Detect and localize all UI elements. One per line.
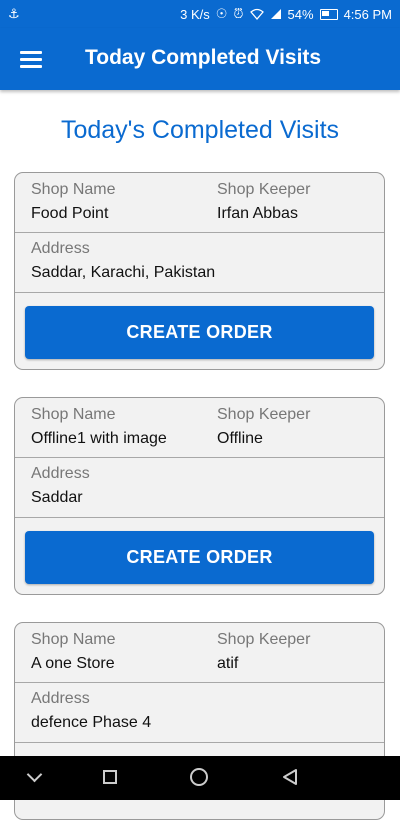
nav-back-icon[interactable] bbox=[260, 756, 320, 800]
location-icon: ☉ bbox=[215, 6, 228, 21]
app-bar: Today Completed Visits bbox=[0, 28, 400, 90]
wifi-icon bbox=[249, 8, 264, 20]
page-heading: Today's Completed Visits bbox=[60, 116, 340, 144]
shop-name-value: Offline1 with image bbox=[31, 430, 167, 447]
shop-name-value: A one Store bbox=[31, 655, 115, 672]
visit-card: Shop Name Shop Keeper Food Point Irfan A… bbox=[14, 172, 385, 370]
shop-name-value: Food Point bbox=[31, 205, 109, 222]
address-label: Address bbox=[31, 465, 90, 482]
address-label: Address bbox=[31, 240, 90, 257]
shop-keeper-label: Shop Keeper bbox=[217, 181, 311, 198]
navigation-bar bbox=[0, 756, 400, 800]
network-speed: 3 K/s bbox=[180, 6, 210, 22]
shop-name-label: Shop Name bbox=[31, 631, 116, 648]
address-value: defence Phase 4 bbox=[31, 714, 152, 731]
shop-info-row: Shop Name Shop Keeper Offline1 with imag… bbox=[15, 398, 384, 458]
app-title: Today Completed Visits bbox=[85, 46, 322, 69]
shop-keeper-value: atif bbox=[217, 655, 239, 672]
create-order-button[interactable]: CREATE ORDER bbox=[25, 531, 374, 584]
shop-keeper-label: Shop Keeper bbox=[217, 631, 311, 648]
address-row: Address Saddar, Karachi, Pakistan bbox=[15, 232, 384, 293]
signal-icon bbox=[270, 9, 281, 19]
battery-percent: 54% bbox=[287, 6, 314, 22]
alarm-icon: ⏰︎ bbox=[233, 6, 244, 21]
menu-icon[interactable] bbox=[14, 44, 48, 74]
address-value: Saddar bbox=[31, 489, 83, 506]
nav-home-icon[interactable] bbox=[170, 756, 230, 800]
shop-keeper-value: Irfan Abbas bbox=[217, 205, 298, 222]
status-bar: ⚓︎ 3 K/s ☉ ⏰︎ 54% 4:56 PM bbox=[0, 0, 400, 28]
address-value: Saddar, Karachi, Pakistan bbox=[31, 264, 216, 281]
clock: 4:56 PM bbox=[343, 6, 392, 22]
shop-info-row: Shop Name Shop Keeper Food Point Irfan A… bbox=[15, 173, 384, 233]
status-indicators: 3 K/s ☉ ⏰︎ 54% 4:56 PM bbox=[180, 0, 392, 28]
create-order-button[interactable]: CREATE ORDER bbox=[25, 306, 374, 359]
address-row: Address defence Phase 4 bbox=[15, 682, 384, 743]
shop-keeper-label: Shop Keeper bbox=[217, 406, 311, 423]
visit-card: Shop Name Shop Keeper Offline1 with imag… bbox=[14, 397, 385, 595]
address-label: Address bbox=[31, 690, 90, 707]
nav-recents-icon[interactable] bbox=[81, 756, 141, 800]
usb-icon: ⚓︎ bbox=[8, 6, 20, 21]
shop-info-row: Shop Name Shop Keeper A one Store atif bbox=[15, 623, 384, 683]
shop-keeper-value: Offline bbox=[217, 430, 263, 447]
shop-name-label: Shop Name bbox=[31, 406, 116, 423]
nav-down-icon[interactable] bbox=[4, 756, 64, 800]
shop-name-label: Shop Name bbox=[31, 181, 116, 198]
address-row: Address Saddar bbox=[15, 457, 384, 518]
battery-icon bbox=[319, 8, 338, 20]
